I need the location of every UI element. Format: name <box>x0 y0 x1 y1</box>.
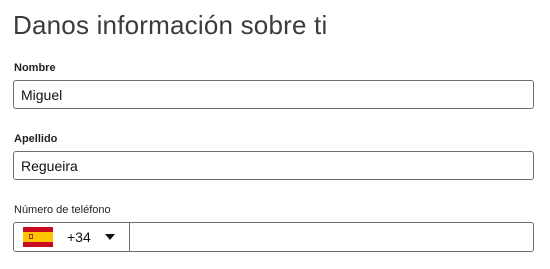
last-name-value: Regueira <box>21 157 78 174</box>
country-code-select[interactable]: +34 <box>14 223 130 251</box>
last-name-field[interactable]: Regueira <box>13 151 534 180</box>
page-title: Danos información sobre ti <box>13 10 328 40</box>
phone-field: +34 <box>13 222 534 252</box>
phone-label: Número de teléfono <box>14 204 111 216</box>
spain-flag-icon <box>23 227 53 247</box>
phone-number-input[interactable] <box>130 223 533 251</box>
chevron-down-icon <box>104 234 115 240</box>
personal-info-form: Danos información sobre ti Nombre Miguel… <box>0 0 550 269</box>
first-name-field[interactable]: Miguel <box>13 80 534 109</box>
first-name-value: Miguel <box>21 86 63 103</box>
first-name-label: Nombre <box>14 62 56 74</box>
dial-code: +34 <box>67 229 91 245</box>
last-name-label: Apellido <box>14 133 58 145</box>
